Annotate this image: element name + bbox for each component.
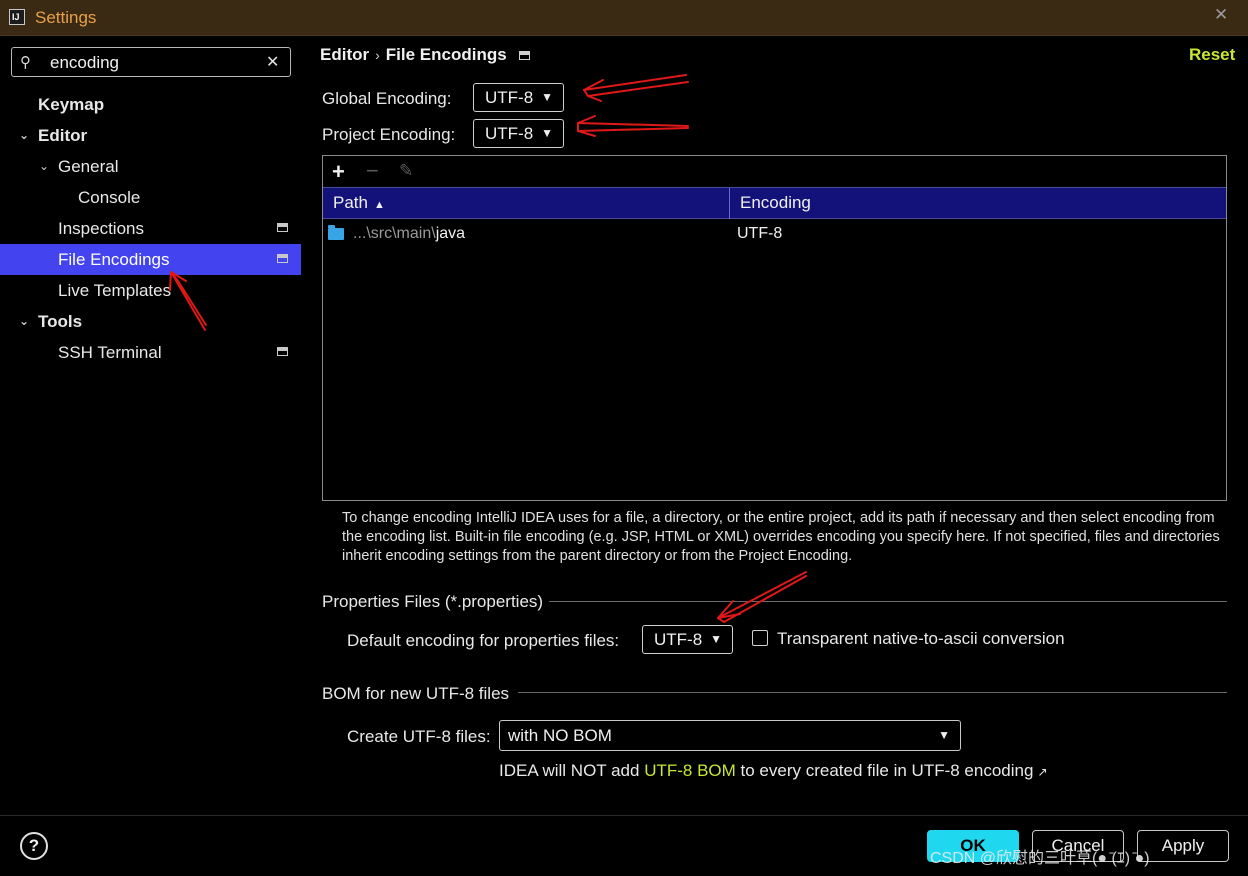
search-query[interactable]: encoding <box>50 53 119 73</box>
sidebar-item-keymap[interactable]: Keymap <box>0 89 301 120</box>
section-divider <box>518 692 1227 693</box>
intellij-app-icon: IJ <box>9 9 25 25</box>
sidebar-item-console[interactable]: Console <box>0 182 301 213</box>
sidebar-item-file-encodings[interactable]: File Encodings <box>0 244 301 275</box>
external-link-icon[interactable]: ↗ <box>1037 765 1047 779</box>
sidebar-item-general[interactable]: ⌄ General <box>0 151 301 182</box>
path-encoding-table: + − ✎ Path ▲ Encoding ...\src\main\java U… <box>322 155 1227 501</box>
project-encoding-dropdown[interactable]: UTF-8 ▼ <box>473 119 564 148</box>
remove-path-icon[interactable]: − <box>366 158 379 184</box>
sidebar-item-tools[interactable]: ⌄ Tools <box>0 306 301 337</box>
table-header: Path ▲ Encoding <box>323 187 1226 219</box>
section-divider <box>549 601 1227 602</box>
help-button[interactable]: ? <box>20 832 48 860</box>
properties-encoding-value: UTF-8 <box>654 630 703 649</box>
breadcrumb-separator: › <box>375 47 380 63</box>
dropdown-caret-icon: ▼ <box>541 126 553 140</box>
annotation-arrow-project-encoding <box>577 115 689 137</box>
bom-mode-dropdown[interactable]: with NO BOM ▼ <box>499 720 961 751</box>
table-row[interactable]: ...\src\main\java UTF-8 <box>323 219 1226 249</box>
column-header-encoding[interactable]: Encoding <box>740 193 811 213</box>
edit-path-icon[interactable]: ✎ <box>399 161 413 181</box>
breadcrumb-file-encodings: File Encodings <box>385 45 507 64</box>
sidebar-item-editor[interactable]: ⌄ Editor <box>0 120 301 151</box>
dropdown-caret-icon: ▼ <box>541 90 553 104</box>
encoding-cell[interactable]: UTF-8 <box>737 225 782 243</box>
dropdown-caret-icon: ▼ <box>710 632 722 646</box>
add-path-icon[interactable]: + <box>332 159 345 185</box>
annotation-arrow-global-encoding <box>583 74 689 102</box>
project-settings-icon <box>277 347 288 356</box>
search-icon: ⚲ <box>20 54 31 71</box>
sidebar-item-label: File Encodings <box>58 250 170 269</box>
sidebar-item-label: Editor <box>38 126 88 145</box>
settings-sidebar: ⚲ encoding ✕ Keymap ⌄ Editor ⌄ General C… <box>0 36 301 815</box>
window-close-icon[interactable]: ✕ <box>1214 5 1228 25</box>
csdn-watermark: CSDN @欣慰的三叶草(● ̄(ｴ) ̄●) <box>930 850 1150 867</box>
path-cell: ...\src\main\java <box>353 225 466 242</box>
bom-mode-value: with NO BOM <box>508 726 612 745</box>
window-title: Settings <box>35 8 97 27</box>
global-encoding-label: Global Encoding: <box>322 89 452 108</box>
sidebar-item-label: Keymap <box>38 95 105 114</box>
global-encoding-value: UTF-8 <box>485 88 534 107</box>
clear-search-icon[interactable]: ✕ <box>266 52 279 72</box>
settings-search-input[interactable]: ⚲ encoding ✕ <box>11 47 291 77</box>
title-bar: IJ Settings ✕ <box>0 0 1248 36</box>
sidebar-item-label: Inspections <box>58 219 144 238</box>
sidebar-item-live-templates[interactable]: Live Templates <box>0 275 301 306</box>
bom-note: IDEA will NOT add UTF-8 BOM to every cre… <box>499 761 1048 780</box>
annotation-arrow-properties-encoding <box>717 571 807 623</box>
transparent-conversion-checkbox[interactable] <box>752 630 768 646</box>
project-encoding-label: Project Encoding: <box>322 125 456 144</box>
dropdown-caret-icon: ▼ <box>938 728 950 742</box>
sidebar-item-label: Live Templates <box>58 281 172 300</box>
properties-section-title: Properties Files (*.properties) <box>322 592 544 612</box>
sidebar-item-label: General <box>58 157 119 176</box>
properties-default-label: Default encoding for properties files: <box>347 631 620 650</box>
bom-section-title: BOM for new UTF-8 files <box>322 684 510 704</box>
project-settings-icon <box>277 254 288 263</box>
sidebar-item-label: Console <box>78 188 141 207</box>
column-divider[interactable] <box>729 188 730 219</box>
breadcrumb-editor[interactable]: Editor <box>320 45 369 64</box>
utf8-bom-link[interactable]: UTF-8 BOM <box>644 761 736 780</box>
chevron-down-icon[interactable]: ⌄ <box>19 120 29 151</box>
reset-link[interactable]: Reset <box>1189 45 1235 65</box>
global-encoding-dropdown[interactable]: UTF-8 ▼ <box>473 83 564 112</box>
sort-ascending-icon: ▲ <box>373 199 385 211</box>
sidebar-item-label: Tools <box>38 312 83 331</box>
breadcrumb: Editor › File Encodings <box>320 45 530 65</box>
project-encoding-value: UTF-8 <box>485 124 534 143</box>
dialog-footer: ? OK Cancel Apply CSDN @欣慰的三叶草(● ̄(ｴ) ̄●… <box>0 815 1248 876</box>
create-utf8-label: Create UTF-8 files: <box>347 727 491 746</box>
sidebar-item-ssh-terminal[interactable]: SSH Terminal <box>0 337 301 368</box>
sidebar-item-label: SSH Terminal <box>58 343 162 362</box>
chevron-down-icon[interactable]: ⌄ <box>19 306 29 337</box>
properties-encoding-dropdown[interactable]: UTF-8 ▼ <box>642 625 733 654</box>
transparent-conversion-label[interactable]: Transparent native-to-ascii conversion <box>777 629 1065 649</box>
sidebar-item-inspections[interactable]: Inspections <box>0 213 301 244</box>
project-settings-icon <box>277 223 288 232</box>
file-encodings-help-text: To change encoding IntelliJ IDEA uses fo… <box>342 510 1220 564</box>
project-settings-icon <box>518 51 530 61</box>
chevron-down-icon[interactable]: ⌄ <box>39 151 49 182</box>
folder-icon <box>328 225 344 240</box>
apply-button[interactable]: Apply <box>1137 830 1229 862</box>
column-header-path[interactable]: Path ▲ <box>333 193 385 213</box>
